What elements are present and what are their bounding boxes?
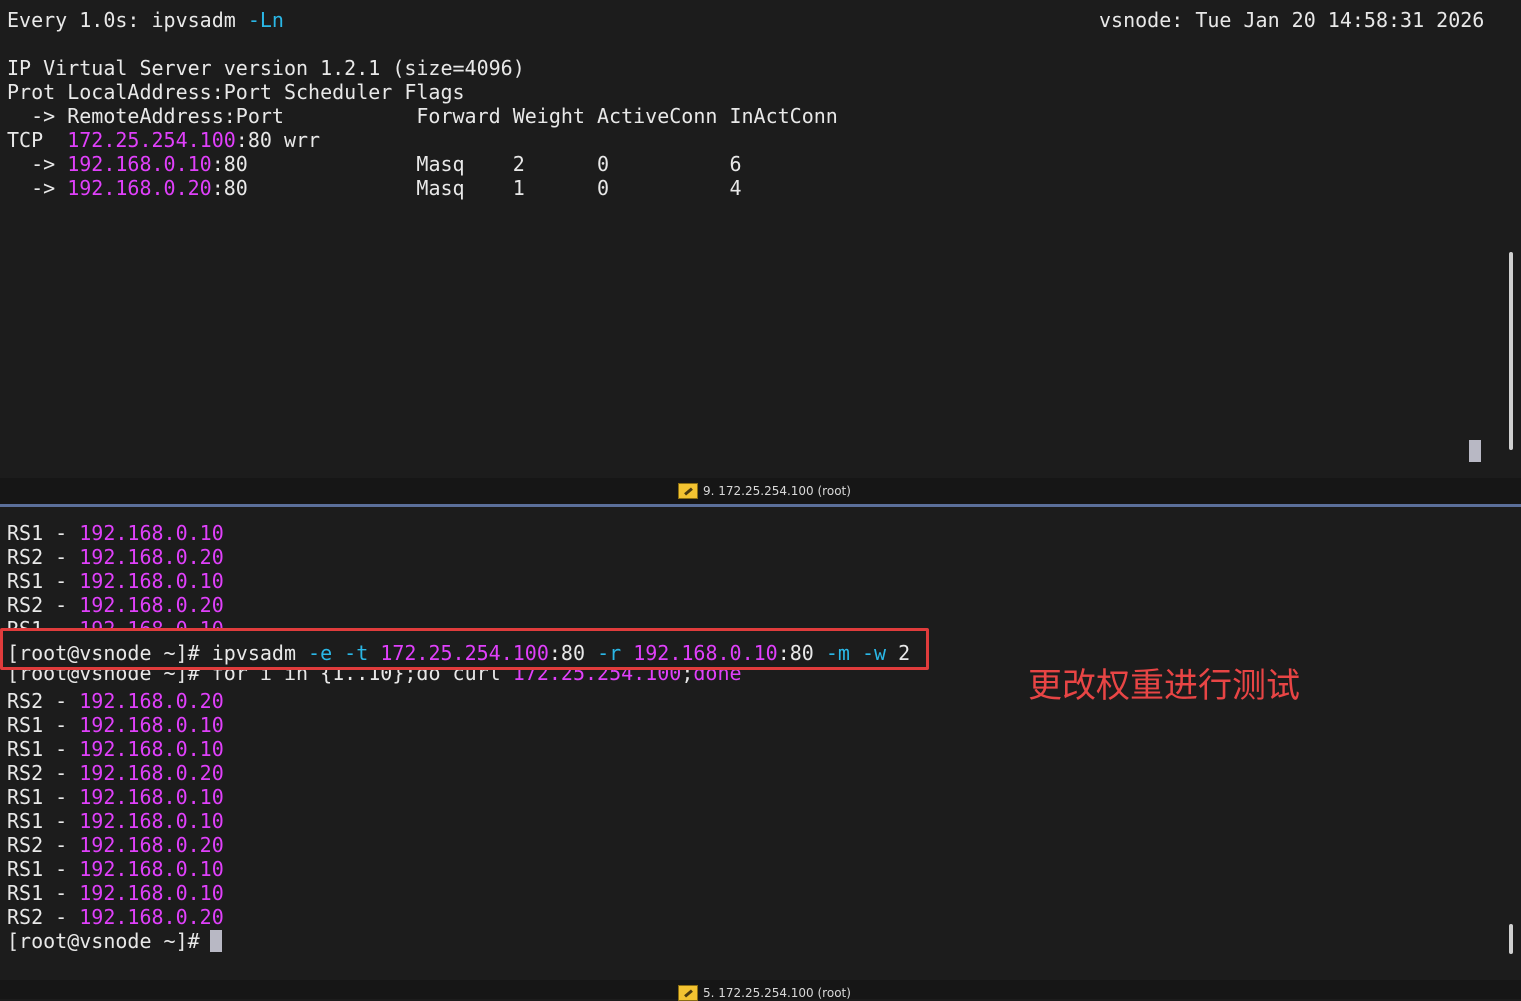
curl-result-line: RS1 - 192.168.0.10 [7, 713, 224, 737]
bottom-pane-titlebar[interactable]: 5. 172.25.254.100 (root) [0, 980, 1521, 1001]
rs-ip: 192.168.0.10 [79, 881, 224, 905]
rs-label: RS1 - [7, 569, 80, 593]
semicolon: ; [681, 670, 694, 685]
curl-result-line: RS2 - 192.168.0.20 [7, 689, 224, 713]
curl-result-line: RS1 - 192.168.0.10 [7, 737, 224, 761]
rs-label: RS2 - [7, 761, 80, 785]
rs-ip: 192.168.0.20 [79, 761, 224, 785]
annotation-text: 更改权重进行测试 [1028, 666, 1300, 706]
command-highlight-box [0, 628, 929, 670]
bottom-pane-title-label: 5. 172.25.254.100 (root) [703, 986, 851, 1000]
watch-header-left: Every 1.0s: ipvsadm -Ln [7, 8, 284, 32]
ipvs-version-line: IP Virtual Server version 1.2.1 (size=40… [7, 56, 525, 80]
rs-ip: 192.168.0.10 [79, 521, 224, 545]
rs-label: RS2 - [7, 905, 80, 929]
rs-ip: 192.168.0.10 [79, 569, 224, 593]
rs-ip: 192.168.0.20 [79, 593, 224, 617]
curl-result-line: RS2 - 192.168.0.20 [7, 593, 224, 617]
curl-loop-command: [root@vsnode ~]# for i in {1..10};do cur… [7, 670, 742, 685]
ipvs-table-header-2: -> RemoteAddress:Port Forward Weight Act… [7, 104, 838, 128]
rs-label: RS1 - [7, 737, 80, 761]
watch-header-right: vsnode: Tue Jan 20 14:58:31 2026 [1099, 8, 1485, 32]
service-protocol: TCP [7, 128, 68, 152]
top-pane-titlebar[interactable]: 9. 172.25.254.100 (root) [0, 478, 1521, 507]
rs-ip: 192.168.0.20 [79, 689, 224, 713]
curl-result-line: RS2 - 192.168.0.20 [7, 761, 224, 785]
rs-ip: 192.168.0.20 [79, 545, 224, 569]
ipvs-service-row: TCP 172.25.254.100:80 wrr [7, 128, 320, 152]
curl-result-line: RS2 - 192.168.0.20 [7, 833, 224, 857]
curl-result-line: RS1 - 192.168.0.10 [7, 521, 224, 545]
done-keyword: done [693, 670, 742, 685]
rs-ip: 192.168.0.10 [67, 152, 212, 176]
rs-ip: 192.168.0.10 [79, 713, 224, 737]
rs-ip: 192.168.0.10 [79, 857, 224, 881]
rs-label: RS2 - [7, 545, 80, 569]
ipvs-real-server-row: -> 192.168.0.20:80 Masq 1 0 4 [7, 176, 742, 200]
curl-result-line: RS1 - 192.168.0.10 [7, 809, 224, 833]
curl-result-line: RS2 - 192.168.0.20 [7, 545, 224, 569]
rs-label: RS1 - [7, 521, 80, 545]
rs-ip: 192.168.0.20 [67, 176, 212, 200]
curl-result-line: RS2 - 192.168.0.20 [7, 905, 224, 929]
rs-ip: 192.168.0.20 [79, 905, 224, 929]
watch-command-text: Every 1.0s: ipvsadm [7, 8, 248, 32]
rs-label: RS2 - [7, 689, 80, 713]
rs-stats: :80 Masq 2 0 6 [211, 152, 742, 176]
top-pane-title-label: 9. 172.25.254.100 (root) [703, 484, 851, 498]
curl-result-line: RS1 - 192.168.0.10 [7, 785, 224, 809]
shell-prompt: [root@vsnode ~]# [7, 670, 212, 685]
rs-label: RS1 - [7, 785, 80, 809]
top-pane-cursor [1469, 440, 1481, 462]
rs-label: RS1 - [7, 809, 80, 833]
rs-ip: 192.168.0.20 [79, 833, 224, 857]
rs-arrow: -> [7, 152, 68, 176]
rs-ip: 192.168.0.10 [79, 737, 224, 761]
rs-label: RS1 - [7, 857, 80, 881]
top-pane-scrollbar[interactable] [1509, 252, 1513, 450]
service-vip: 172.25.254.100 [67, 128, 236, 152]
curl-result-line: RS1 - 192.168.0.10 [7, 857, 224, 881]
top-terminal-pane[interactable]: Every 1.0s: ipvsadm -Ln vsnode: Tue Jan … [0, 0, 1521, 478]
service-port-scheduler: :80 wrr [235, 128, 321, 152]
bottom-terminal-pane[interactable]: RS1 - 192.168.0.10 RS2 - 192.168.0.20 RS… [0, 516, 1521, 980]
curl-result-line: RS1 - 192.168.0.10 [7, 569, 224, 593]
bottom-pane-scrollbar[interactable] [1509, 924, 1513, 954]
rs-label: RS2 - [7, 833, 80, 857]
curl-result-line: RS1 - 192.168.0.10 [7, 881, 224, 905]
ipvs-real-server-row: -> 192.168.0.10:80 Masq 2 0 6 [7, 152, 742, 176]
shell-prompt: [root@vsnode ~]# [7, 929, 212, 953]
ipvs-table-header-1: Prot LocalAddress:Port Scheduler Flags [7, 80, 465, 104]
loop-vip: 172.25.254.100 [512, 670, 682, 685]
watch-command-flag: -Ln [247, 8, 284, 32]
rs-ip: 192.168.0.10 [79, 809, 224, 833]
rs-ip: 192.168.0.10 [79, 785, 224, 809]
shell-input-line[interactable]: [root@vsnode ~]# [7, 929, 212, 953]
rs-stats: :80 Masq 1 0 4 [211, 176, 742, 200]
rs-arrow: -> [7, 176, 68, 200]
rs-label: RS1 - [7, 713, 80, 737]
loop-command-text: for i in {1..10};do curl [211, 670, 513, 685]
shell-cursor [210, 930, 222, 952]
rs-label: RS2 - [7, 593, 80, 617]
session-tool-icon [678, 483, 698, 499]
rs-label: RS1 - [7, 881, 80, 905]
